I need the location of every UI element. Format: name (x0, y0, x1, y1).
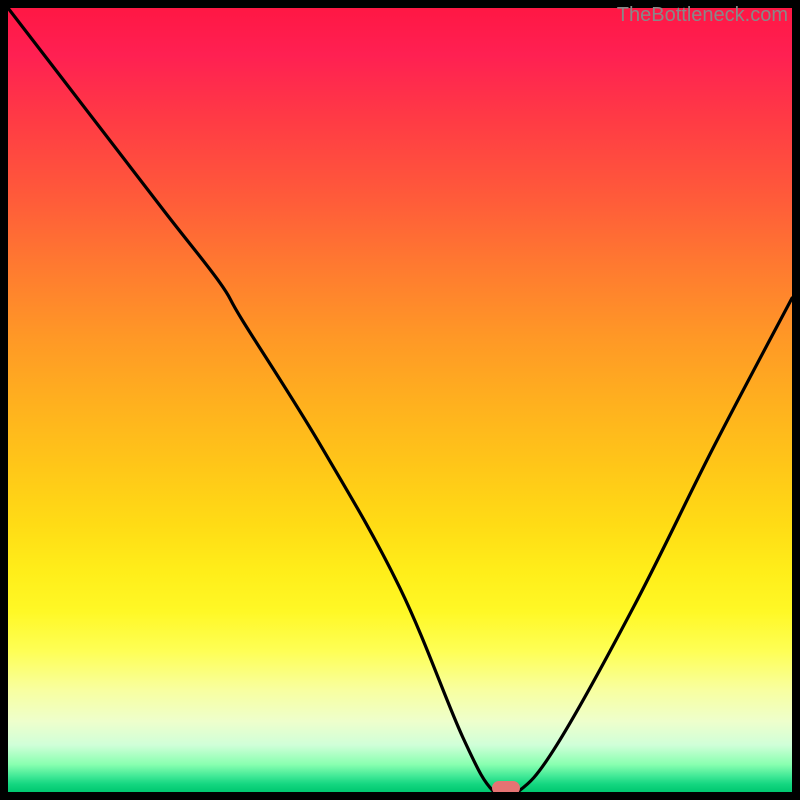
gradient-background (8, 8, 792, 792)
optimal-marker (492, 781, 520, 792)
attribution-text: TheBottleneck.com (617, 4, 788, 27)
chart-plot-area (8, 8, 792, 792)
